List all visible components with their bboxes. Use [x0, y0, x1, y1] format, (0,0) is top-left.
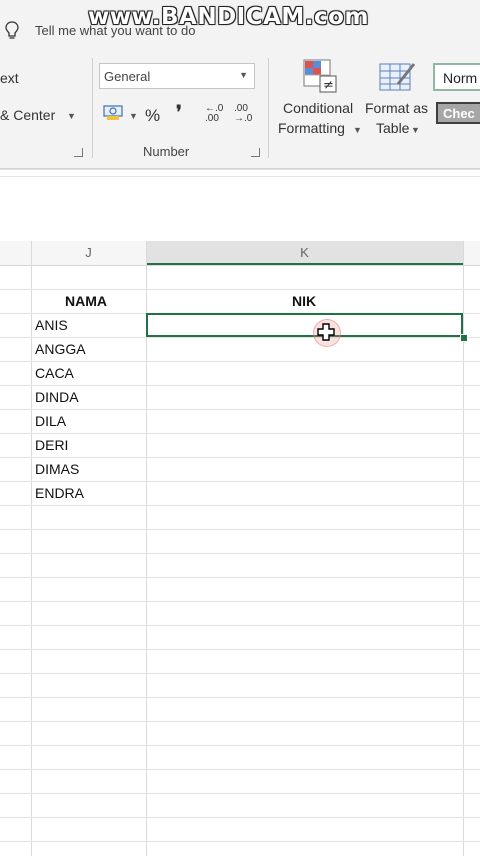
- check-cell-style[interactable]: Chec: [436, 102, 480, 124]
- format-as-table-button[interactable]: Format as: [365, 100, 428, 116]
- row-divider: [0, 433, 480, 434]
- svg-text:≠: ≠: [323, 78, 334, 93]
- accounting-dropdown-icon[interactable]: ▼: [129, 111, 138, 121]
- column-divider: [31, 241, 32, 856]
- active-cell-k[interactable]: [146, 313, 463, 337]
- alignment-dialog-launcher-icon[interactable]: [74, 148, 83, 157]
- cell-k-header-nik[interactable]: NIK: [292, 293, 316, 309]
- cell-j-header-nama[interactable]: NAMA: [65, 293, 107, 309]
- row-divider: [0, 721, 480, 722]
- row-divider: [0, 409, 480, 410]
- cell-name[interactable]: ENDRA: [35, 485, 84, 501]
- percent-style-button[interactable]: %: [145, 106, 160, 126]
- column-header-row: J K: [0, 241, 480, 266]
- conditional-dropdown-icon[interactable]: ▼: [353, 125, 362, 135]
- column-header-k[interactable]: K: [146, 241, 463, 265]
- cell-name[interactable]: CACA: [35, 365, 74, 381]
- row-divider: [0, 625, 480, 626]
- number-group-label: Number: [143, 144, 190, 159]
- decrease-decimal-button[interactable]: .00 →.0: [234, 104, 252, 124]
- group-separator: [268, 58, 269, 158]
- wrap-text-button[interactable]: ext: [0, 70, 19, 86]
- lightbulb-icon: [5, 21, 19, 39]
- number-format-select[interactable]: General ▼: [99, 63, 255, 89]
- conditional-formatting-button[interactable]: Conditional: [283, 100, 353, 116]
- accounting-format-icon[interactable]: [102, 102, 126, 122]
- merge-center-button[interactable]: & Center: [0, 107, 55, 123]
- cell-name[interactable]: DINDA: [35, 389, 79, 405]
- cell-name[interactable]: ANGGA: [35, 341, 86, 357]
- column-header-j[interactable]: J: [31, 241, 146, 265]
- row-divider: [0, 553, 480, 554]
- row-divider: [0, 673, 480, 674]
- comma-style-button[interactable]: ❜: [176, 102, 182, 123]
- row-divider: [0, 337, 480, 338]
- format-table-dropdown-icon[interactable]: ▼: [411, 125, 420, 135]
- row-divider: [0, 841, 480, 842]
- tell-me-bar: Tell me what you want to do www.BANDICAM…: [0, 0, 480, 50]
- merge-center-dropdown-icon[interactable]: ▼: [67, 111, 76, 121]
- row-divider: [0, 649, 480, 650]
- cell-name[interactable]: DERI: [35, 437, 68, 453]
- row-divider: [0, 361, 480, 362]
- format-as-table-button-line2[interactable]: Table: [376, 120, 409, 136]
- increase-decimal-button[interactable]: ←.0 .00: [205, 104, 223, 124]
- chevron-down-icon: ▼: [239, 70, 248, 80]
- row-divider: [0, 289, 480, 290]
- number-format-value: General: [104, 69, 151, 84]
- number-dialog-launcher-icon[interactable]: [251, 148, 260, 157]
- row-divider: [0, 481, 480, 482]
- row-divider: [0, 529, 480, 530]
- divider: [0, 176, 480, 177]
- row-divider: [0, 793, 480, 794]
- cell-select-cursor-icon: [317, 323, 335, 341]
- row-divider: [0, 697, 480, 698]
- column-header-i[interactable]: [0, 241, 31, 265]
- row-divider: [0, 817, 480, 818]
- row-divider: [0, 457, 480, 458]
- group-separator: [92, 58, 93, 158]
- check-cell-label: Chec: [443, 106, 475, 121]
- conditional-formatting-icon[interactable]: ≠: [302, 58, 338, 94]
- bandicam-watermark: www.BANDICAM.com: [88, 4, 369, 30]
- row-divider: [0, 769, 480, 770]
- row-divider: [0, 745, 480, 746]
- row-divider: [0, 577, 480, 578]
- cell-name[interactable]: ANIS: [35, 317, 68, 333]
- fill-handle[interactable]: [460, 334, 468, 342]
- row-divider: [0, 385, 480, 386]
- cell-name[interactable]: DIMAS: [35, 461, 79, 477]
- conditional-formatting-button-line2[interactable]: Formatting: [278, 120, 345, 136]
- row-divider: [0, 601, 480, 602]
- cell-name[interactable]: DILA: [35, 413, 66, 429]
- normal-style-cell[interactable]: Norm: [433, 63, 480, 91]
- ribbon: ext & Center ▼ General ▼ ▼ % ❜ ←.0 .00 .…: [0, 50, 480, 169]
- row-divider: [0, 505, 480, 506]
- format-as-table-icon[interactable]: [378, 60, 418, 96]
- column-header-l[interactable]: [463, 241, 480, 265]
- normal-style-label: Norm: [443, 70, 478, 86]
- formula-bar-area: [0, 169, 480, 242]
